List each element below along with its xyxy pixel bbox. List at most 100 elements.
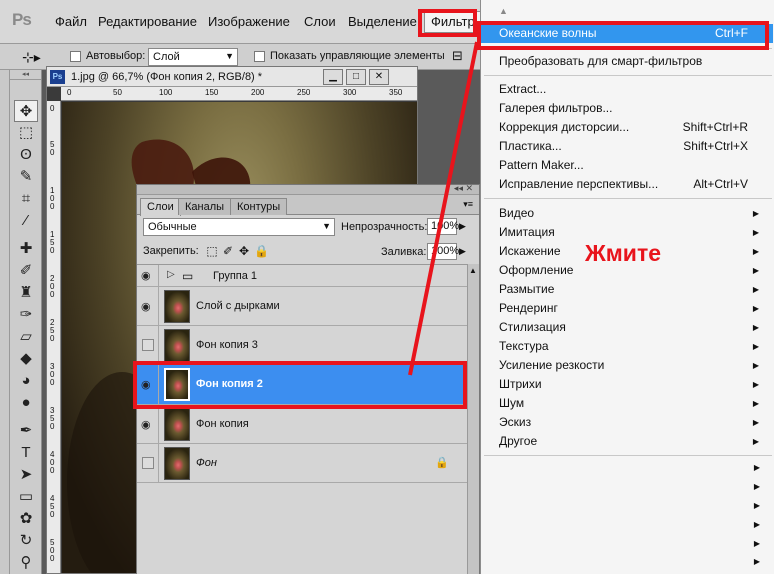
show-controls-checkbox[interactable]	[254, 51, 265, 62]
path-select-tool-icon[interactable]: ➤	[14, 464, 38, 486]
menu-item-label: Оформление	[499, 263, 574, 277]
layer-row-bg-copy[interactable]: ◉ Фон копия	[137, 405, 467, 444]
healing-tool-icon[interactable]: ✚	[14, 238, 38, 260]
ruler-tick: 300	[343, 88, 357, 97]
menu-item-vanishing-point[interactable]: Исправление перспективы... Alt+Ctrl+V	[481, 175, 773, 194]
layers-list: ◉ ▷ ▭ Группа 1 ◉ Слой с дырками Фон копи…	[137, 264, 467, 574]
layer-thumbnail	[164, 408, 190, 441]
layer-name: Группа 1	[213, 270, 258, 282]
3d-tool-icon[interactable]: ✿	[14, 508, 38, 530]
visibility-toggle[interactable]: ◉	[137, 287, 159, 325]
fill-arrow-icon[interactable]: ▶	[459, 243, 469, 260]
layers-panel-grip[interactable]: ◂◂ ✕	[137, 183, 479, 195]
marquee-tool-icon[interactable]: ⬚	[14, 122, 38, 144]
menu-item-other[interactable]: Другое ▶	[481, 432, 773, 451]
tab-paths[interactable]: Контуры	[230, 198, 288, 215]
menu-file[interactable]: Файл	[55, 14, 87, 29]
menu-item-liquify[interactable]: Пластика... Shift+Ctrl+X	[481, 137, 773, 156]
menu-item-sketch[interactable]: Эскиз ▶	[481, 413, 773, 432]
layer-row-bg-copy-3[interactable]: Фон копия 3	[137, 326, 467, 365]
visibility-toggle[interactable]: ◉	[137, 405, 159, 443]
submenu-arrow-icon[interactable]: ▶	[754, 557, 760, 566]
shape-tool-icon[interactable]: ▭	[14, 486, 38, 508]
menu-item-label: Эскиз	[499, 415, 532, 429]
submenu-arrow-icon[interactable]: ▶	[754, 520, 760, 529]
move-tool-icon[interactable]: ⊹▸	[22, 49, 41, 66]
menu-edit[interactable]: Редактирование	[98, 14, 197, 29]
submenu-arrow-icon: ▶	[752, 323, 759, 332]
menu-item-label: Другое	[499, 434, 538, 448]
lasso-tool-icon[interactable]: ʘ	[14, 144, 38, 166]
blur-tool-icon[interactable]: ◕	[14, 370, 38, 392]
zoom-tool-icon[interactable]: ⚲	[14, 552, 38, 574]
menu-item-extract[interactable]: Extract...	[481, 80, 773, 99]
maximize-button[interactable]: □	[346, 69, 366, 85]
menu-item-filter-gallery[interactable]: Галерея фильтров...	[481, 99, 773, 118]
visibility-toggle[interactable]	[137, 326, 159, 364]
document-titlebar[interactable]: Ps 1.jpg @ 66,7% (Фон копия 2, RGB/8) * …	[47, 67, 417, 87]
submenu-arrow-icon[interactable]: ▶	[754, 501, 760, 510]
scroll-up-icon[interactable]: ▲	[499, 6, 508, 16]
submenu-arrow-icon[interactable]: ▶	[754, 463, 760, 472]
menu-item-render[interactable]: Рендеринг ▶	[481, 299, 773, 318]
menu-item-strokes[interactable]: Штрихи ▶	[481, 375, 773, 394]
lock-pixels-icon[interactable]: ✐	[221, 244, 235, 258]
eyedropper-tool-icon[interactable]: ⁄	[14, 210, 38, 232]
tab-channels[interactable]: Каналы	[178, 198, 232, 215]
opacity-field[interactable]: 100%	[427, 218, 459, 235]
minimize-button[interactable]: ▁	[323, 69, 343, 85]
submenu-arrow-icon[interactable]: ▶	[754, 539, 760, 548]
menu-item-texture[interactable]: Текстура ▶	[481, 337, 773, 356]
visibility-toggle[interactable]	[137, 444, 159, 482]
menu-select[interactable]: Выделение	[348, 14, 417, 29]
close-button[interactable]: ✕	[369, 69, 389, 85]
eraser-tool-icon[interactable]: ▱	[14, 326, 38, 348]
menu-item-stylize[interactable]: Стилизация ▶	[481, 318, 773, 337]
stamp-tool-icon[interactable]: ♜	[14, 282, 38, 304]
move-tool-icon[interactable]: ✥	[14, 100, 38, 122]
panel-menu-icon[interactable]: ▾≡	[463, 199, 473, 210]
layer-row-group-1[interactable]: ◉ ▷ ▭ Группа 1	[137, 265, 467, 287]
menu-item-blur[interactable]: Размытие ▶	[481, 280, 773, 299]
menu-item-sharpen[interactable]: Усиление резкости ▶	[481, 356, 773, 375]
pen-tool-icon[interactable]: ✒	[14, 420, 38, 442]
bucket-tool-icon[interactable]: ◆	[14, 348, 38, 370]
menu-layers[interactable]: Слои	[304, 14, 336, 29]
menu-item-noise[interactable]: Шум ▶	[481, 394, 773, 413]
collapse-icon[interactable]: ◂◂ ✕	[454, 183, 473, 194]
lock-all-icon[interactable]: 🔒	[254, 244, 269, 258]
menu-image[interactable]: Изображение	[208, 14, 290, 29]
menu-item-pattern-maker[interactable]: Pattern Maker...	[481, 156, 773, 175]
layers-scrollbar[interactable]: ▲	[467, 264, 479, 574]
layer-row-holes[interactable]: ◉ Слой с дырками	[137, 287, 467, 326]
fill-field[interactable]: 100%	[427, 243, 459, 260]
dodge-tool-icon[interactable]: ●	[14, 392, 38, 414]
submenu-arrow-icon[interactable]: ▶	[754, 482, 760, 491]
history-brush-tool-icon[interactable]: ✑	[14, 304, 38, 326]
autoselect-select[interactable]: Слой ▼	[148, 48, 238, 66]
rotate-view-tool-icon[interactable]: ↻	[14, 530, 38, 552]
lock-position-icon[interactable]: ✥	[237, 244, 251, 258]
opacity-arrow-icon[interactable]: ▶	[459, 218, 469, 235]
scroll-up-icon[interactable]: ▲	[469, 266, 477, 275]
expand-arrow-icon[interactable]: ▷	[167, 269, 175, 280]
annotation-layer-box	[133, 361, 467, 409]
crop-tool-icon[interactable]: ⌗	[14, 188, 38, 210]
align-icon[interactable]: ⊟	[452, 48, 463, 64]
layer-row-background[interactable]: Фон 🔒	[137, 444, 467, 483]
tab-layers[interactable]: Слои	[140, 198, 181, 216]
autoselect-checkbox[interactable]	[70, 51, 81, 62]
menu-item-video[interactable]: Видео ▶	[481, 204, 773, 223]
quick-select-tool-icon[interactable]: ✎	[14, 166, 38, 188]
submenu-arrow-icon: ▶	[752, 209, 759, 218]
type-tool-icon[interactable]: T	[14, 442, 38, 464]
menu-item-shortcut: Shift+Ctrl+X	[683, 139, 748, 153]
menu-item-lens-correction[interactable]: Коррекция дисторсии... Shift+Ctrl+R	[481, 118, 773, 137]
submenu-arrow-icon: ▶	[752, 228, 759, 237]
blend-mode-select[interactable]: Обычные ▼	[143, 218, 335, 236]
toolbox-grip-icon[interactable]: ◂◂	[10, 70, 41, 80]
visibility-toggle[interactable]: ◉	[137, 265, 159, 286]
brush-tool-icon[interactable]: ✐	[14, 260, 38, 282]
menu-item-smart-filters[interactable]: Преобразовать для смарт-фильтров	[481, 52, 773, 71]
lock-transparent-icon[interactable]: ⬚	[205, 244, 219, 258]
